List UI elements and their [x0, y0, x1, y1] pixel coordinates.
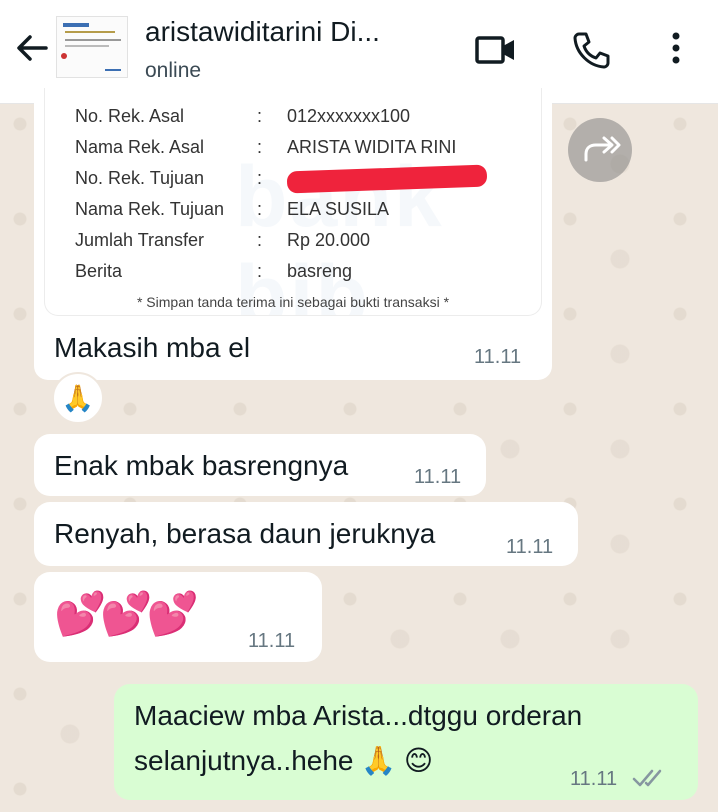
incoming-message-bubble[interactable]: 💕💕💕 11.11 — [34, 572, 322, 662]
chat-title[interactable]: aristawiditarini Di... — [145, 16, 380, 48]
message-text: Renyah, berasa daun jeruknya — [54, 518, 436, 549]
receipt-label: No. Rek. Asal — [75, 106, 185, 126]
message-caption: Makasih mba el — [54, 332, 251, 363]
forward-button[interactable] — [568, 118, 632, 182]
receipt-label: Jumlah Transfer — [75, 230, 205, 250]
message-text-line: Maaciew mba Arista...dtggu orderan — [134, 700, 583, 731]
back-button[interactable] — [12, 28, 52, 68]
message-time: 11.11 — [506, 536, 554, 558]
message-time: 11.11 — [414, 466, 462, 488]
receipt-colon: : — [257, 230, 263, 250]
emoji-message: 💕💕💕 — [54, 590, 199, 637]
receipt-note: * Simpan tanda terima ini sebagai bukti … — [136, 294, 450, 310]
receipt-value: basreng — [287, 261, 353, 281]
receipt-label: No. Rek. Tujuan — [75, 168, 205, 188]
incoming-message-bubble[interactable]: Enak mbak basrengnya 11.11 — [34, 434, 486, 496]
receipt-colon: : — [257, 168, 263, 188]
contact-avatar[interactable] — [56, 16, 128, 78]
message-time: 11.11 — [474, 346, 522, 368]
kebab-menu-icon — [672, 32, 680, 64]
receipt-label: Nama Rek. Tujuan — [75, 199, 225, 219]
transfer-receipt-image[interactable]: bank bjb No. Rek. Asal : 012xxxxxxx100 N… — [44, 88, 542, 316]
back-arrow-icon — [17, 35, 48, 61]
voice-call-button[interactable] — [570, 28, 614, 72]
receipt-colon: : — [257, 106, 263, 126]
message-time: 11.11 — [248, 630, 296, 652]
double-check-icon — [632, 769, 662, 787]
message-text-line: selanjutnya..hehe 🙏 😊 — [134, 745, 434, 776]
video-call-button[interactable] — [474, 28, 518, 72]
phone-icon — [573, 32, 610, 69]
incoming-message-bubble[interactable]: Renyah, berasa daun jeruknya 11.11 — [34, 502, 578, 566]
receipt-value: ELA SUSILA — [287, 199, 390, 219]
video-camera-icon — [475, 36, 514, 64]
reaction-emoji[interactable]: 🙏 — [52, 372, 104, 424]
more-options-button[interactable] — [658, 28, 702, 72]
receipt-colon: : — [257, 261, 263, 281]
receipt-colon: : — [257, 137, 263, 157]
receipt-value: ARISTA WIDITA RINI — [287, 137, 457, 157]
outgoing-message-bubble[interactable]: Maaciew mba Arista...dtggu orderan selan… — [114, 684, 698, 800]
message-text: Enak mbak basrengnya — [54, 450, 349, 481]
receipt-label: Nama Rek. Asal — [75, 137, 205, 157]
receipt-label: Berita — [75, 261, 123, 281]
forward-icon — [584, 136, 621, 162]
receipt-colon: : — [257, 199, 263, 219]
receipt-value: 012xxxxxxx100 — [287, 106, 411, 126]
image-message-bubble[interactable]: bank bjb No. Rek. Asal : 012xxxxxxx100 N… — [34, 84, 552, 380]
message-time: 11.11 — [570, 768, 618, 790]
receipt-value: Rp 20.000 — [287, 230, 371, 250]
chat-status: online — [145, 59, 202, 82]
